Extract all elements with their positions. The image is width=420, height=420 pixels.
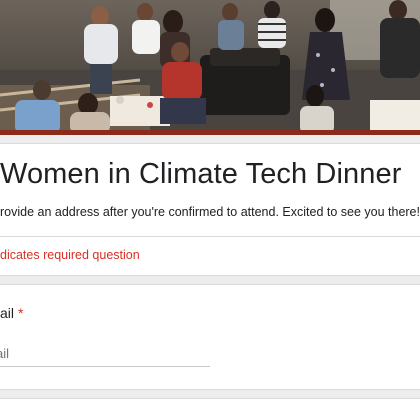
email-question-card [0,284,420,390]
card-divider [0,236,420,237]
required-asterisk: * [18,305,24,321]
form-description: rovide an address after you're confirmed… [0,205,420,219]
group-dinner-photo [0,0,420,134]
email-field[interactable] [0,340,210,367]
accent-bar [0,130,420,135]
required-question-note: dicates required question [0,248,140,262]
next-question-card [0,398,420,420]
form-title: Women in Climate Tech Dinner [0,158,402,190]
email-label-text: ail [0,305,15,321]
email-question-label: ail * [0,305,23,321]
header-banner [0,0,420,134]
form-page: Women in Climate Tech Dinner rovide an a… [0,0,420,420]
